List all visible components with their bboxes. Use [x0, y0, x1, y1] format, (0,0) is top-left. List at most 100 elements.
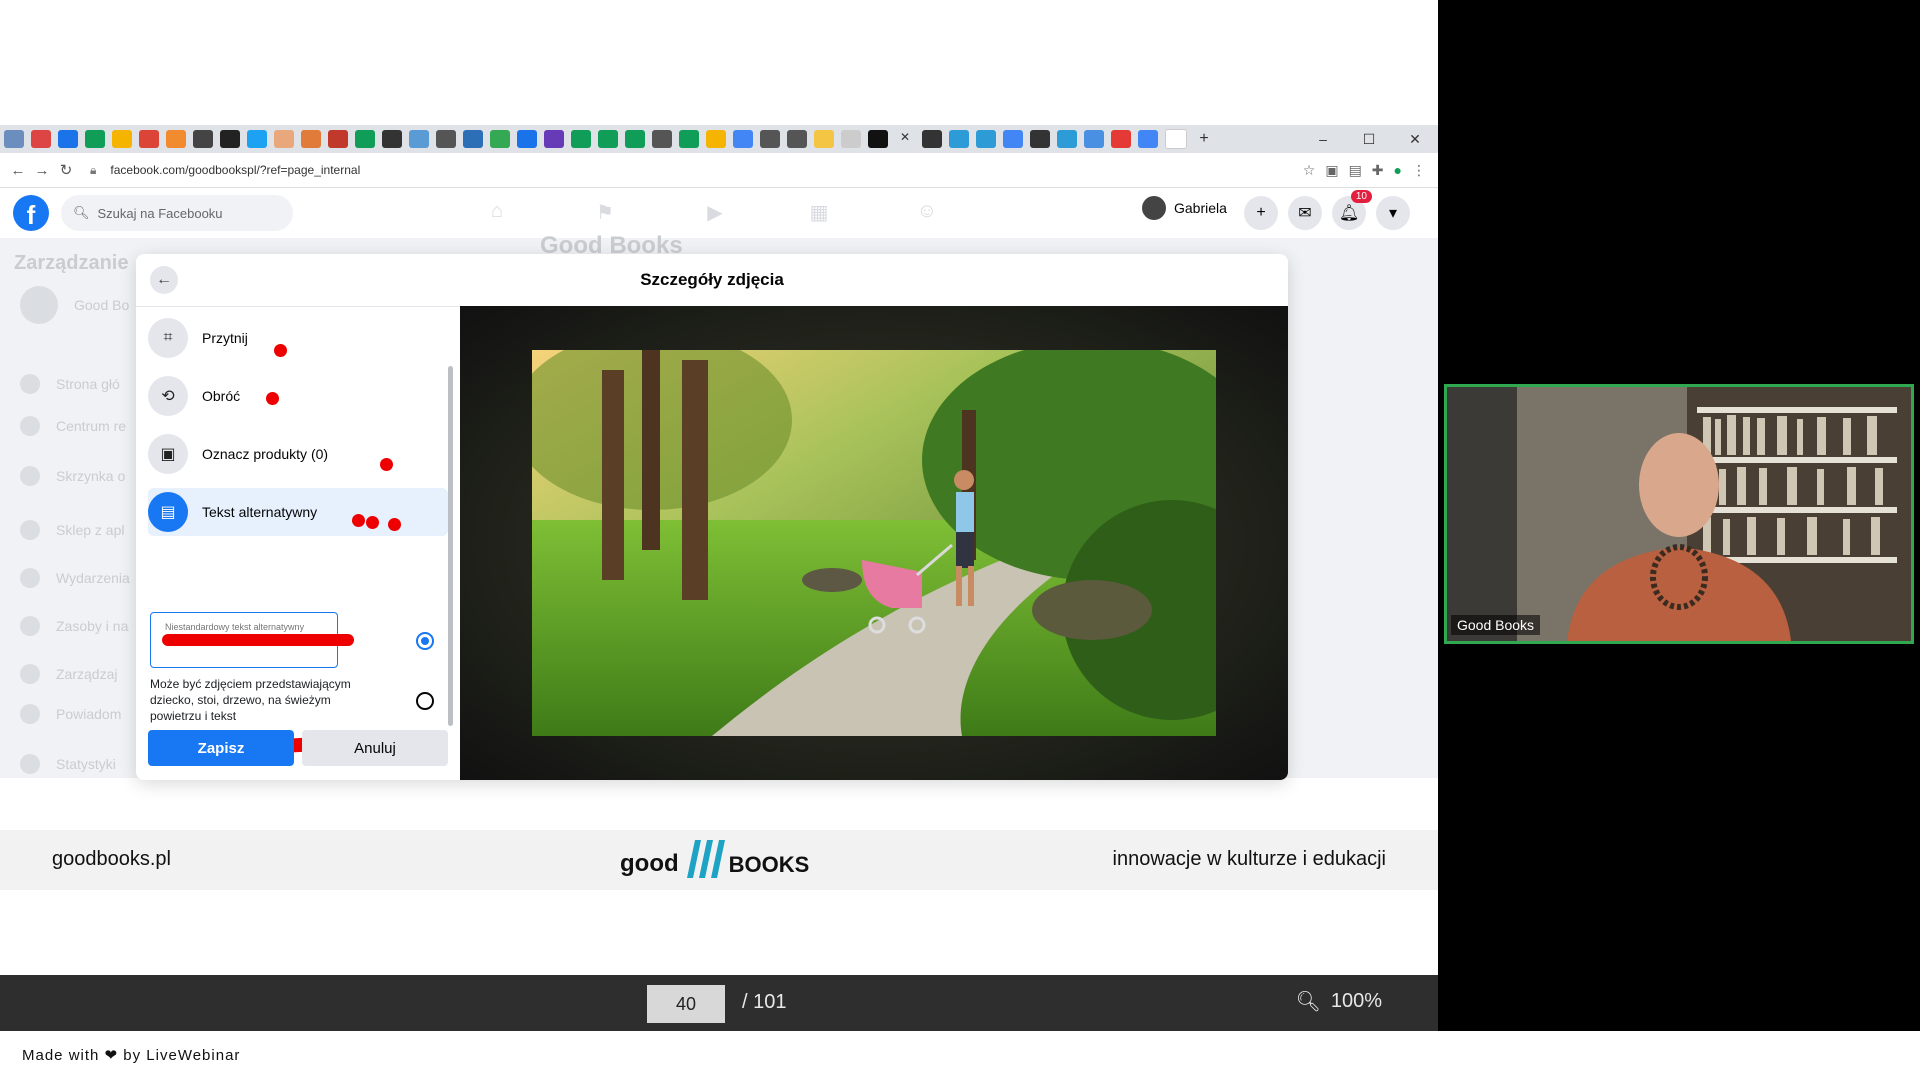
tab-favicon-icon[interactable] — [139, 130, 159, 148]
sidebar-item[interactable]: Zasoby i na — [20, 616, 128, 636]
rotate-option[interactable]: ⟲ Obróć — [148, 372, 448, 420]
tab-favicon-icon[interactable] — [112, 130, 132, 148]
sidebar-item[interactable]: Strona głó — [20, 374, 120, 394]
tab-favicon-icon[interactable] — [1057, 130, 1077, 148]
tab-favicon-icon[interactable] — [949, 130, 969, 148]
active-tab-favicon-icon[interactable] — [868, 130, 888, 148]
home-icon[interactable]: ⌂ — [482, 200, 512, 226]
tab-favicon-icon[interactable] — [1030, 130, 1050, 148]
notifications-bell-icon[interactable]: 🔔︎ 10 — [1332, 190, 1372, 230]
scrollbar[interactable] — [448, 366, 453, 726]
tab-favicon-icon[interactable] — [922, 130, 942, 148]
alt-text-option[interactable]: ▤ Tekst alternatywny — [148, 488, 448, 536]
custom-alt-radio[interactable] — [416, 632, 434, 650]
suggested-alt-radio[interactable] — [416, 692, 434, 710]
tab-favicon-icon[interactable] — [652, 130, 672, 148]
tag-products-option[interactable]: ▣ Oznacz produkty (0) — [148, 430, 448, 478]
annotation-scribble — [162, 634, 354, 646]
tab-favicon-icon[interactable] — [1111, 130, 1131, 148]
livewebinar-link[interactable]: by LiveWebinar — [123, 1047, 240, 1064]
tab-favicon-icon[interactable] — [58, 130, 78, 148]
tab-favicon-icon[interactable] — [328, 130, 348, 148]
google-tab-icon[interactable] — [1165, 129, 1187, 149]
tab-favicon-icon[interactable] — [733, 130, 753, 148]
back-arrow-icon[interactable]: ← — [6, 162, 30, 179]
tab-favicon-icon[interactable] — [193, 130, 213, 148]
tab-favicon-icon[interactable] — [382, 130, 402, 148]
puzzle-icon[interactable]: ✚ — [1372, 162, 1384, 179]
url-field[interactable]: facebook.com/goodbookspl/?ref=page_inter… — [110, 163, 360, 177]
webcam-video-tile[interactable]: Good Books — [1444, 384, 1914, 644]
watch-icon[interactable]: ▶ — [700, 200, 730, 226]
tab-favicon-icon[interactable] — [841, 130, 861, 148]
page-number-input[interactable] — [647, 985, 725, 1023]
search-input[interactable]: Szukaj na Facebooku — [98, 206, 223, 221]
account-menu-chevron-icon[interactable]: ▾ — [1376, 196, 1410, 230]
tab-favicon-icon[interactable] — [598, 130, 618, 148]
tab-favicon-icon[interactable] — [1084, 130, 1104, 148]
cancel-button[interactable]: Anuluj — [302, 730, 448, 766]
tab-favicon-icon[interactable] — [85, 130, 105, 148]
zoom-control[interactable]: 🔍︎ 100% — [1295, 989, 1382, 1014]
tab-favicon-icon[interactable] — [409, 130, 429, 148]
tab-favicon-icon[interactable] — [1138, 130, 1158, 148]
tab-favicon-icon[interactable] — [625, 130, 645, 148]
tab-favicon-icon[interactable] — [31, 130, 51, 148]
tab-favicon-icon[interactable] — [166, 130, 186, 148]
menu-kebab-icon[interactable]: ⋮ — [1412, 162, 1426, 179]
user-profile-link[interactable]: Gabriela — [1142, 196, 1227, 220]
tab-favicon-icon[interactable] — [463, 130, 483, 148]
extension-icon[interactable]: ▣ — [1325, 162, 1338, 179]
tab-favicon-icon[interactable] — [760, 130, 780, 148]
tab-favicon-icon[interactable] — [571, 130, 591, 148]
maximize-icon[interactable]: ☐ — [1346, 131, 1392, 148]
bookmark-star-icon[interactable]: ☆ — [1303, 162, 1316, 179]
sidebar-item[interactable]: Statystyki — [20, 754, 116, 774]
close-window-icon[interactable]: ✕ — [1392, 131, 1438, 148]
tab-favicon-icon[interactable] — [787, 130, 807, 148]
groups-icon[interactable]: ☺ — [912, 200, 942, 226]
profile-icon[interactable]: ● — [1394, 162, 1402, 179]
tab-favicon-icon[interactable] — [4, 130, 24, 148]
tab-favicon-icon[interactable] — [679, 130, 699, 148]
facebook-logo-icon[interactable]: f — [13, 195, 49, 231]
tab-favicon-icon[interactable] — [1003, 130, 1023, 148]
save-button[interactable]: Zapisz — [148, 730, 294, 766]
megaphone-icon — [20, 416, 40, 436]
tab-favicon-icon[interactable] — [247, 130, 267, 148]
tab-favicon-icon[interactable] — [301, 130, 321, 148]
extension-icon[interactable]: ▤ — [1349, 162, 1362, 179]
sidebar-item[interactable]: Wydarzenia — [20, 568, 130, 588]
alt-text-input[interactable] — [163, 621, 327, 633]
tab-favicon-icon[interactable] — [220, 130, 240, 148]
sidebar-item[interactable]: Powiadom — [20, 704, 121, 724]
tab-favicon-icon[interactable] — [274, 130, 294, 148]
close-tab-icon[interactable]: ✕ — [895, 130, 915, 148]
tab-favicon-icon[interactable] — [436, 130, 456, 148]
zoom-icon[interactable]: 🔍︎ — [1295, 989, 1320, 1014]
tab-favicon-icon[interactable] — [355, 130, 375, 148]
facebook-search[interactable]: 🔍︎ Szukaj na Facebooku — [61, 195, 293, 231]
forward-arrow-icon[interactable]: → — [30, 162, 54, 179]
pages-icon[interactable]: ⚑ — [590, 200, 620, 226]
messenger-icon[interactable]: ✉ — [1288, 196, 1322, 230]
sidebar-item[interactable]: Sklep z apl — [20, 520, 124, 540]
address-bar: ← → ↻ 🔒︎ facebook.com/goodbookspl/?ref=p… — [0, 153, 1438, 188]
tab-favicon-icon[interactable] — [706, 130, 726, 148]
tab-favicon-icon[interactable] — [517, 130, 537, 148]
reload-icon[interactable]: ↻ — [54, 161, 78, 179]
tab-favicon-icon[interactable] — [976, 130, 996, 148]
marketplace-icon[interactable]: ▦ — [804, 200, 834, 226]
sidebar-item[interactable]: Centrum re — [20, 416, 126, 436]
sidebar-item[interactable]: Zarządzaj — [20, 664, 117, 684]
minimize-icon[interactable]: – — [1300, 131, 1346, 148]
tab-favicon-icon[interactable] — [490, 130, 510, 148]
crop-option[interactable]: ⌗ Przytnij — [148, 314, 448, 362]
tab-favicon-icon[interactable] — [544, 130, 564, 148]
sidebar-item[interactable]: Good Bo — [20, 286, 129, 324]
tab-favicon-icon[interactable] — [814, 130, 834, 148]
new-tab-icon[interactable]: + — [1194, 130, 1214, 148]
avatar — [1142, 196, 1166, 220]
sidebar-item[interactable]: Skrzynka o — [20, 466, 125, 486]
create-plus-button[interactable]: + — [1244, 196, 1278, 230]
